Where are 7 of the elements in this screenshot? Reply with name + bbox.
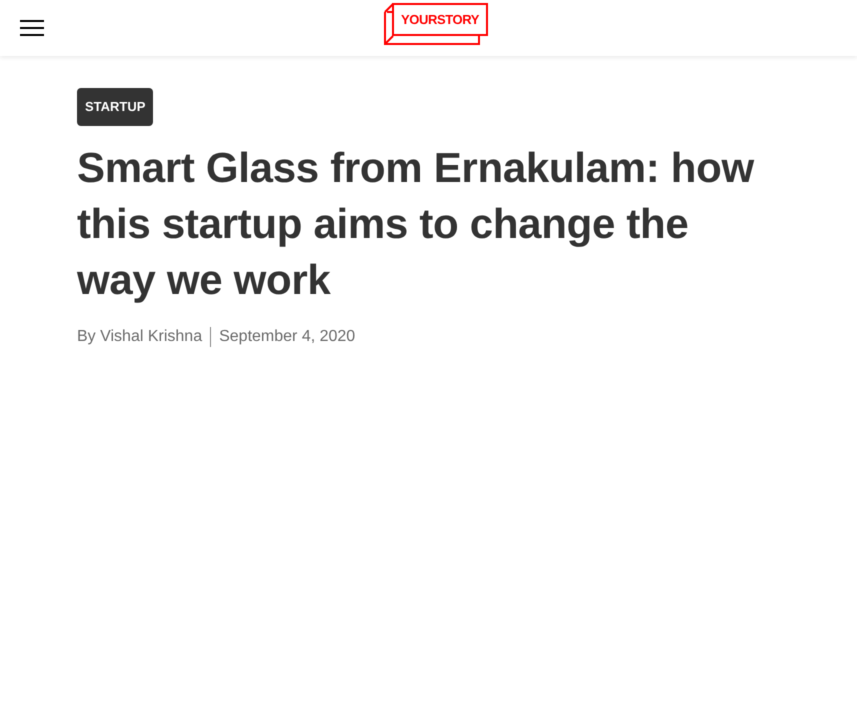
publish-date: September 4, 2020 [219, 327, 356, 347]
logo-text: YOURSTORY [400, 11, 480, 28]
menu-button[interactable] [18, 17, 46, 39]
category-tag[interactable]: STARTUP [77, 88, 154, 126]
author-name[interactable]: By Vishal Krishna [77, 325, 202, 349]
menu-icon [20, 20, 44, 36]
article-title: Smart Glass from Ernakulam: how this startup aims to change the way we work [77, 143, 756, 305]
